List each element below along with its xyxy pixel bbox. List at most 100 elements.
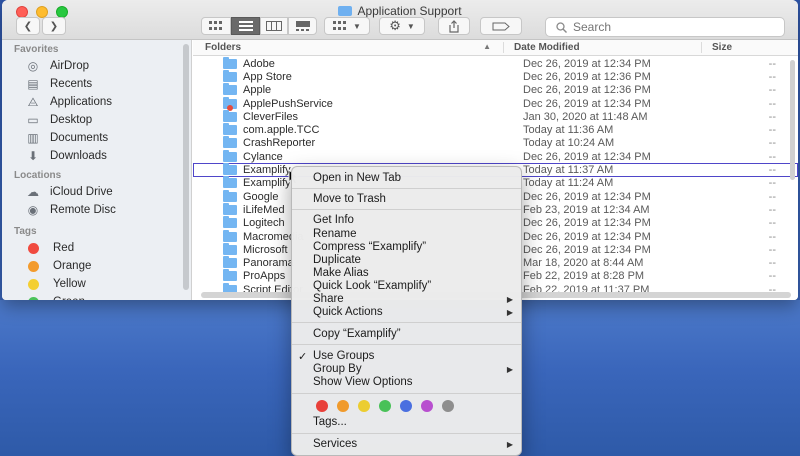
menu-item-duplicate[interactable]: Duplicate <box>292 253 521 267</box>
table-row[interactable]: ApplePushService Dec 26, 2019 at 12:34 PM… <box>193 96 798 111</box>
chevron-down-icon: ▼ <box>406 21 415 31</box>
cell-size: -- <box>768 150 776 163</box>
tag-color-swatch[interactable] <box>379 400 391 412</box>
menu-item-group-by[interactable]: Group By ▶ <box>292 362 521 376</box>
submenu-arrow-icon: ▶ <box>506 439 513 449</box>
file-name: Panorama <box>243 257 294 270</box>
cell-size: -- <box>768 84 776 97</box>
table-row[interactable]: App Store Dec 26, 2019 at 12:36 PM -- <box>193 69 798 83</box>
column-header-date-label: Date Modified <box>514 42 580 53</box>
gallery-view-button[interactable] <box>288 17 317 35</box>
menu-separator <box>292 209 521 210</box>
sidebar-scrollbar[interactable] <box>183 44 189 290</box>
sidebar-tag-green[interactable]: Green <box>2 293 191 300</box>
menu-item-get-info[interactable]: Get Info <box>292 213 521 227</box>
search-field[interactable] <box>545 17 785 37</box>
menu-item-label: Get Info <box>313 214 354 226</box>
menu-item-show-view-options[interactable]: Show View Options <box>292 375 521 389</box>
sidebar-item-label: Documents <box>50 132 109 144</box>
menu-item-copy[interactable]: Copy “Examplify” <box>292 327 521 341</box>
tag-color-swatch[interactable] <box>421 400 433 412</box>
column-header-size[interactable]: Size <box>701 42 798 53</box>
airdrop-icon: ◎ <box>27 59 39 73</box>
cell-date: Today at 11:36 AM <box>523 124 614 137</box>
menu-item-use-groups[interactable]: ✓ Use Groups <box>292 349 521 363</box>
column-view-button[interactable] <box>260 17 288 35</box>
column-header-name[interactable]: Folders ▲ <box>193 42 503 53</box>
column-header-date[interactable]: Date Modified <box>503 42 701 53</box>
table-row[interactable]: Cylance Dec 26, 2019 at 12:34 PM -- <box>193 149 798 163</box>
action-button[interactable]: ⚙ ▼ <box>379 17 425 35</box>
sidebar-item-label: Remote Disc <box>50 204 116 216</box>
menu-item-compress[interactable]: Compress “Examplify” <box>292 240 521 254</box>
cell-date: Dec 26, 2019 at 12:34 PM <box>523 230 651 243</box>
menu-item-share[interactable]: Share ▶ <box>292 292 521 306</box>
sidebar-item-label: iCloud Drive <box>50 186 113 198</box>
tag-color-swatch[interactable] <box>400 400 412 412</box>
file-name: Apple <box>243 84 272 97</box>
sidebar-item-applications[interactable]: ⨺ Applications <box>2 93 191 111</box>
file-name: App Store <box>243 70 292 83</box>
list-vertical-scrollbar[interactable] <box>790 60 795 180</box>
tag-color-dot <box>28 278 39 290</box>
table-row[interactable]: Apple Dec 26, 2019 at 12:36 PM -- <box>193 83 798 97</box>
submenu-arrow-icon: ▶ <box>506 307 513 317</box>
cell-size: -- <box>768 257 776 270</box>
search-input[interactable] <box>573 20 773 34</box>
cell-date: Mar 18, 2020 at 8:44 AM <box>523 257 644 270</box>
cell-date: Dec 26, 2019 at 12:34 PM <box>523 57 651 70</box>
sidebar-item-downloads[interactable]: ⬇ Downloads <box>2 147 191 165</box>
folder-icon <box>223 109 237 122</box>
list-view-button[interactable] <box>231 17 260 35</box>
back-button[interactable]: ❮ <box>16 17 40 35</box>
file-name: ProApps <box>243 270 286 283</box>
sidebar-item-desktop[interactable]: ▭ Desktop <box>2 111 191 129</box>
folder-icon <box>223 136 237 149</box>
menu-item-quick-actions[interactable]: Quick Actions ▶ <box>292 305 521 319</box>
tag-color-dot <box>28 296 39 300</box>
menu-item-services[interactable]: Services ▶ <box>292 437 521 451</box>
sidebar-tag-orange[interactable]: Orange <box>2 257 191 275</box>
menu-item-tags[interactable]: Tags... <box>292 415 521 429</box>
folder-icon <box>223 83 237 96</box>
share-button[interactable] <box>438 17 470 35</box>
forward-button[interactable]: ❯ <box>42 17 66 35</box>
sidebar-tag-red[interactable]: Red <box>2 239 191 257</box>
sidebar-item-label: Desktop <box>50 114 93 126</box>
icon-view-button[interactable] <box>201 17 231 35</box>
cell-name: CrashReporter <box>193 136 503 149</box>
tag-color-swatch[interactable] <box>442 400 454 412</box>
sidebar-item-documents[interactable]: ▥ Documents <box>2 129 191 147</box>
sidebar-tag-yellow[interactable]: Yellow <box>2 275 191 293</box>
share-icon <box>449 19 459 33</box>
tag-color-swatch[interactable] <box>337 400 349 412</box>
menu-separator <box>292 322 521 323</box>
edit-tags-button[interactable] <box>480 17 522 35</box>
tag-color-swatch[interactable] <box>358 400 370 412</box>
menu-item-quick-look[interactable]: Quick Look “Examplify” <box>292 279 521 293</box>
table-row[interactable]: Adobe Dec 26, 2019 at 12:34 PM -- <box>193 56 798 70</box>
table-row[interactable]: com.apple.TCC Today at 11:36 AM -- <box>193 123 798 136</box>
group-by-button[interactable]: ▼ <box>324 17 370 35</box>
sidebar-item-airdrop[interactable]: ◎ AirDrop <box>2 57 191 75</box>
menu-item-make-alias[interactable]: Make Alias <box>292 266 521 280</box>
folder-icon <box>223 163 237 176</box>
sidebar-item-recents[interactable]: ▤ Recents <box>2 75 191 93</box>
sidebar-item-remote-disc[interactable]: ◉ Remote Disc <box>2 201 191 219</box>
menu-item-move-to-trash[interactable]: Move to Trash <box>292 192 521 206</box>
menu-tag-color-row <box>316 400 454 412</box>
group-grid-icon <box>333 21 347 30</box>
tag-color-swatch[interactable] <box>316 400 328 412</box>
gear-icon: ⚙ <box>389 18 401 33</box>
sort-ascending-icon: ▲ <box>483 42 491 51</box>
sidebar-item-icloud-drive[interactable]: ☁ iCloud Drive <box>2 183 191 201</box>
table-row[interactable]: CrashReporter Today at 10:24 AM -- <box>193 136 798 150</box>
menu-separator <box>292 393 521 394</box>
file-name: Cylance <box>243 150 283 163</box>
menu-item-rename[interactable]: Rename <box>292 227 521 241</box>
table-row[interactable]: CleverFiles Jan 30, 2020 at 11:48 AM -- <box>193 109 798 123</box>
cell-date: Dec 26, 2019 at 12:34 PM <box>523 190 651 203</box>
sidebar-section-favorites: Favorites <box>14 44 59 55</box>
desktop-icon: ▭ <box>27 113 39 127</box>
menu-item-open-in-new-tab[interactable]: Open in New Tab <box>292 171 521 185</box>
